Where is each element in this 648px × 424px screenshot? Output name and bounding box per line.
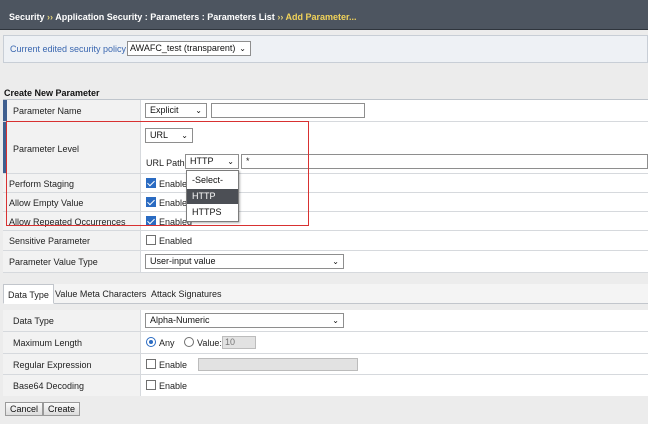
value-type-value: User-input value <box>150 256 216 266</box>
allow-repeated-label: Allow Repeated Occurrences <box>9 217 126 227</box>
dropdown-option-select[interactable]: -Select- <box>187 173 238 188</box>
parameter-name-type-value: Explicit <box>150 105 179 115</box>
row-label-cell: Parameter Name <box>3 100 141 121</box>
row-label-cell: Allow Repeated Occurrences <box>3 212 141 230</box>
row-data-type: Data Type Alpha-Numeric ⌄ <box>3 310 648 332</box>
parameter-level-select[interactable]: URL ⌄ <box>145 128 193 143</box>
row-regex: Regular Expression Enable <box>3 354 648 375</box>
row-base64: Base64 Decoding Enable <box>3 375 648 396</box>
chevron-down-icon: ⌄ <box>195 106 202 115</box>
url-protocol-value: HTTP <box>190 156 214 166</box>
chevron-down-icon: ⌄ <box>227 157 234 166</box>
regex-checkbox[interactable] <box>146 359 156 369</box>
chevron-down-icon: ⌄ <box>239 44 246 53</box>
perform-staging-checkbox[interactable] <box>146 178 156 188</box>
row-allow-repeated: Allow Repeated Occurrences Enabled <box>3 212 648 231</box>
row-label-cell: Sensitive Parameter <box>3 231 141 250</box>
data-type-select[interactable]: Alpha-Numeric ⌄ <box>145 313 344 328</box>
chevron-down-icon: ⌄ <box>332 257 339 266</box>
row-perform-staging: Perform Staging Enabled <box>3 174 648 193</box>
data-type-label: Data Type <box>13 316 54 326</box>
row-label-cell: Data Type <box>3 310 141 331</box>
max-length-value-input[interactable]: 10 <box>222 336 256 349</box>
create-button[interactable]: Create <box>43 402 81 416</box>
row-label-cell: Base64 Decoding <box>3 375 141 396</box>
row-label-cell: Regular Expression <box>3 354 141 374</box>
row-label-cell: Allow Empty Value <box>3 193 141 211</box>
max-length-value-label[interactable]: Value: <box>197 338 222 348</box>
regex-label: Regular Expression <box>13 360 92 370</box>
policy-label[interactable]: Current edited security policy <box>10 44 126 54</box>
row-label-cell: Perform Staging <box>3 174 141 192</box>
breadcrumb-separator: ›› <box>277 12 284 22</box>
chevron-down-icon: ⌄ <box>181 131 188 140</box>
row-label-cell: Maximum Length <box>3 332 141 353</box>
regex-checkbox-label[interactable]: Enable <box>159 360 187 370</box>
row-value-type: Parameter Value Type User-input value ⌄ <box>3 251 648 273</box>
tab-attack-signatures[interactable]: Attack Signatures <box>147 284 226 304</box>
max-length-value-radio[interactable] <box>184 337 194 347</box>
policy-select[interactable]: AWAFC_test (transparent) ⌄ <box>127 41 251 56</box>
dropdown-option-https[interactable]: HTTPS <box>187 205 238 220</box>
parameter-form: Parameter Name Explicit ⌄ Parameter Leve… <box>3 99 648 273</box>
row-sensitive: Sensitive Parameter Enabled <box>3 231 648 251</box>
policy-select-value: AWAFC_test (transparent) <box>130 43 236 53</box>
value-type-select[interactable]: User-input value ⌄ <box>145 254 344 269</box>
max-length-any-radio[interactable] <box>146 337 156 347</box>
dropdown-option-http[interactable]: HTTP <box>187 189 238 204</box>
tab-value-meta-characters[interactable]: Value Meta Characters <box>51 284 150 304</box>
data-type-form: Data Type Alpha-Numeric ⌄ Maximum Length… <box>3 310 648 396</box>
row-label-cell: Parameter Level <box>3 122 141 173</box>
allow-empty-checkbox[interactable] <box>146 197 156 207</box>
allow-empty-label: Allow Empty Value <box>9 198 84 208</box>
tab-data-type[interactable]: Data Type <box>3 284 54 304</box>
sensitive-label: Sensitive Parameter <box>9 236 91 246</box>
breadcrumb-security[interactable]: Security <box>9 12 45 22</box>
row-parameter-level: Parameter Level URL ⌄ URL Path HTTP ⌄ * <box>3 122 648 174</box>
max-length-label: Maximum Length <box>13 338 83 348</box>
cancel-button[interactable]: Cancel <box>5 402 44 416</box>
breadcrumb-parameters-list[interactable]: Application Security : Parameters : Para… <box>55 12 275 22</box>
parameter-name-label: Parameter Name <box>13 106 82 116</box>
row-max-length: Maximum Length Any Value: 10 <box>3 332 648 354</box>
perform-staging-label: Perform Staging <box>9 179 75 189</box>
chevron-down-icon: ⌄ <box>332 316 339 325</box>
parameter-level-value: URL <box>150 130 169 140</box>
top-bar: Security ›› Application Security : Param… <box>0 0 648 30</box>
url-protocol-dropdown: -Select- HTTP HTTPS <box>186 170 239 222</box>
breadcrumb: Security ›› Application Security : Param… <box>9 12 357 22</box>
url-path-input[interactable]: * <box>241 154 648 169</box>
parameter-level-label: Parameter Level <box>13 144 80 154</box>
row-parameter-name: Parameter Name Explicit ⌄ <box>3 100 648 122</box>
row-allow-empty: Allow Empty Value Enabled <box>3 193 648 212</box>
base64-checkbox[interactable] <box>146 380 156 390</box>
value-type-label: Parameter Value Type <box>9 257 98 267</box>
sensitive-checkbox-label[interactable]: Enabled <box>159 236 192 246</box>
section-title: Create New Parameter <box>4 88 100 98</box>
data-type-value: Alpha-Numeric <box>150 315 210 325</box>
parameter-name-type-select[interactable]: Explicit ⌄ <box>145 103 207 118</box>
tab-bar: Data Type Value Meta Characters Attack S… <box>3 284 648 304</box>
sensitive-checkbox[interactable] <box>146 235 156 245</box>
url-protocol-select[interactable]: HTTP ⌄ <box>185 154 239 169</box>
breadcrumb-current: Add Parameter... <box>285 12 357 22</box>
policy-bar: Current edited security policy AWAFC_tes… <box>3 35 648 63</box>
base64-label: Base64 Decoding <box>13 381 85 391</box>
breadcrumb-separator: ›› <box>47 12 54 22</box>
regex-input[interactable] <box>198 358 358 371</box>
base64-checkbox-label[interactable]: Enable <box>159 381 187 391</box>
row-label-cell: Parameter Value Type <box>3 251 141 272</box>
url-path-label: URL Path <box>146 158 185 168</box>
max-length-any-label[interactable]: Any <box>159 338 175 348</box>
allow-repeated-checkbox[interactable] <box>146 216 156 226</box>
parameter-name-input[interactable] <box>211 103 365 118</box>
